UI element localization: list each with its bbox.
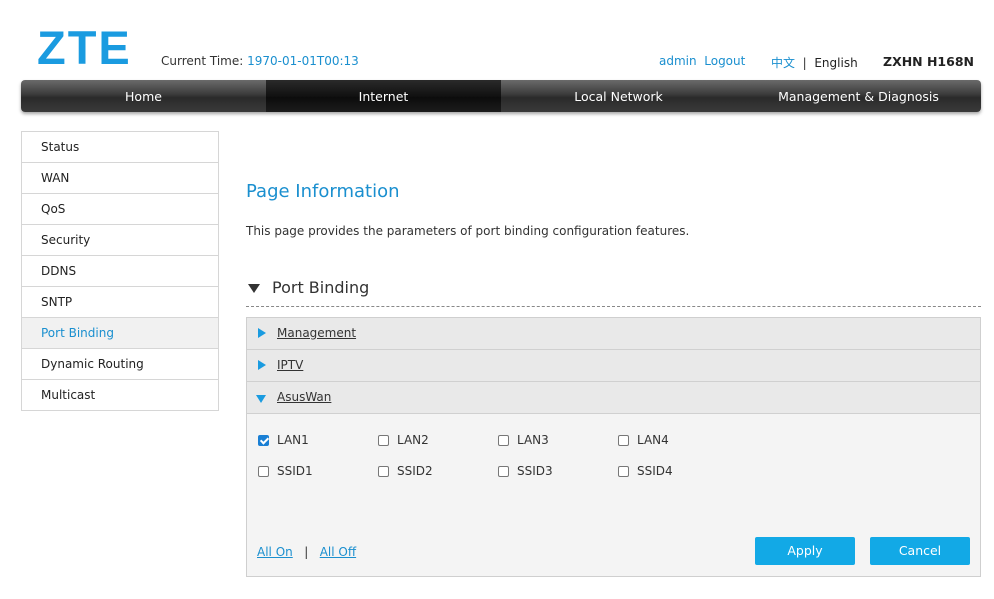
checkbox-ssid3[interactable]: SSID3	[498, 464, 553, 478]
checkbox-box[interactable]	[258, 465, 269, 477]
checkbox-lan3[interactable]: LAN3	[498, 433, 549, 447]
checkbox-box[interactable]	[378, 465, 389, 477]
checkbox-box[interactable]	[258, 434, 269, 446]
current-time-label: Current Time:	[161, 54, 244, 68]
nav-local-network[interactable]: Local Network	[501, 80, 736, 112]
cancel-button[interactable]: Cancel	[870, 537, 970, 565]
user-links: admin Logout	[659, 54, 745, 68]
sidebar-item-status[interactable]: Status	[22, 132, 218, 163]
checkbox-label: SSID4	[637, 464, 673, 478]
all-links-separator: |	[304, 545, 309, 559]
checkbox-box[interactable]	[498, 465, 509, 477]
checkbox-label: LAN4	[637, 433, 669, 447]
all-off-link[interactable]: All Off	[320, 545, 356, 559]
checkbox-box[interactable]	[378, 434, 389, 446]
checkbox-label: SSID1	[277, 464, 313, 478]
checkbox-ssid2[interactable]: SSID2	[378, 464, 433, 478]
user-link-admin[interactable]: admin	[659, 54, 697, 68]
checkbox-lan4[interactable]: LAN4	[618, 433, 669, 447]
collapse-triangle-icon	[248, 284, 260, 293]
section-title: Port Binding	[272, 278, 370, 297]
main-nav: Home Internet Local Network Management &…	[21, 80, 981, 112]
accordion-iptv[interactable]: IPTV	[247, 350, 980, 382]
accordion-asuswan[interactable]: AsusWan	[247, 382, 980, 414]
sidebar-item-ddns[interactable]: DDNS	[22, 256, 218, 287]
checkbox-ssid4[interactable]: SSID4	[618, 464, 673, 478]
all-on-link[interactable]: All On	[257, 545, 293, 559]
sidebar-item-dynamic-routing[interactable]: Dynamic Routing	[22, 349, 218, 380]
sidebar-item-qos[interactable]: QoS	[22, 194, 218, 225]
page-title: Page Information	[246, 181, 400, 202]
current-time-value: 1970-01-01T00:13	[247, 54, 359, 68]
checkbox-ssid1[interactable]: SSID1	[258, 464, 313, 478]
page-description: This page provides the parameters of por…	[246, 224, 690, 238]
checkbox-label: SSID2	[397, 464, 433, 478]
nav-management-diagnosis[interactable]: Management & Diagnosis	[736, 80, 981, 112]
zte-logo: ZTE	[37, 21, 132, 74]
checkbox-label: LAN2	[397, 433, 429, 447]
checkbox-label: LAN3	[517, 433, 549, 447]
nav-internet[interactable]: Internet	[266, 80, 501, 112]
collapse-arrow-icon	[256, 395, 266, 403]
lang-english[interactable]: English	[814, 56, 857, 70]
lang-chinese-link[interactable]: 中文	[771, 56, 795, 70]
current-time: Current Time: 1970-01-01T00:13	[161, 54, 359, 68]
accordion-label[interactable]: Management	[277, 326, 356, 340]
apply-button[interactable]: Apply	[755, 537, 855, 565]
sidebar-item-port-binding[interactable]: Port Binding	[22, 318, 218, 349]
sidebar: Status WAN QoS Security DDNS SNTP Port B…	[21, 131, 219, 411]
sidebar-item-sntp[interactable]: SNTP	[22, 287, 218, 318]
lang-separator: |	[802, 56, 807, 70]
sidebar-item-multicast[interactable]: Multicast	[22, 380, 218, 411]
device-model: ZXHN H168N	[883, 54, 974, 69]
sidebar-item-security[interactable]: Security	[22, 225, 218, 256]
sidebar-item-wan[interactable]: WAN	[22, 163, 218, 194]
expand-arrow-icon	[258, 360, 266, 370]
logout-link[interactable]: Logout	[704, 54, 745, 68]
checkbox-box[interactable]	[498, 434, 509, 446]
nav-home[interactable]: Home	[21, 80, 266, 112]
accordion-management[interactable]: Management	[247, 318, 980, 350]
checkbox-label: SSID3	[517, 464, 553, 478]
language-switch: 中文 | English	[771, 54, 858, 71]
port-binding-panel: Management IPTV AsusWan LAN1 LAN2 LAN3 L…	[246, 317, 981, 577]
checkbox-lan2[interactable]: LAN2	[378, 433, 429, 447]
accordion-label[interactable]: AsusWan	[277, 390, 331, 404]
checkbox-label: LAN1	[277, 433, 309, 447]
select-all-links: All On | All Off	[257, 545, 356, 559]
checkbox-box[interactable]	[618, 465, 629, 477]
section-header-port-binding[interactable]: Port Binding	[246, 278, 981, 307]
expand-arrow-icon	[258, 328, 266, 338]
checkbox-lan1[interactable]: LAN1	[258, 433, 309, 447]
accordion-label[interactable]: IPTV	[277, 358, 303, 372]
checkbox-box[interactable]	[618, 434, 629, 446]
